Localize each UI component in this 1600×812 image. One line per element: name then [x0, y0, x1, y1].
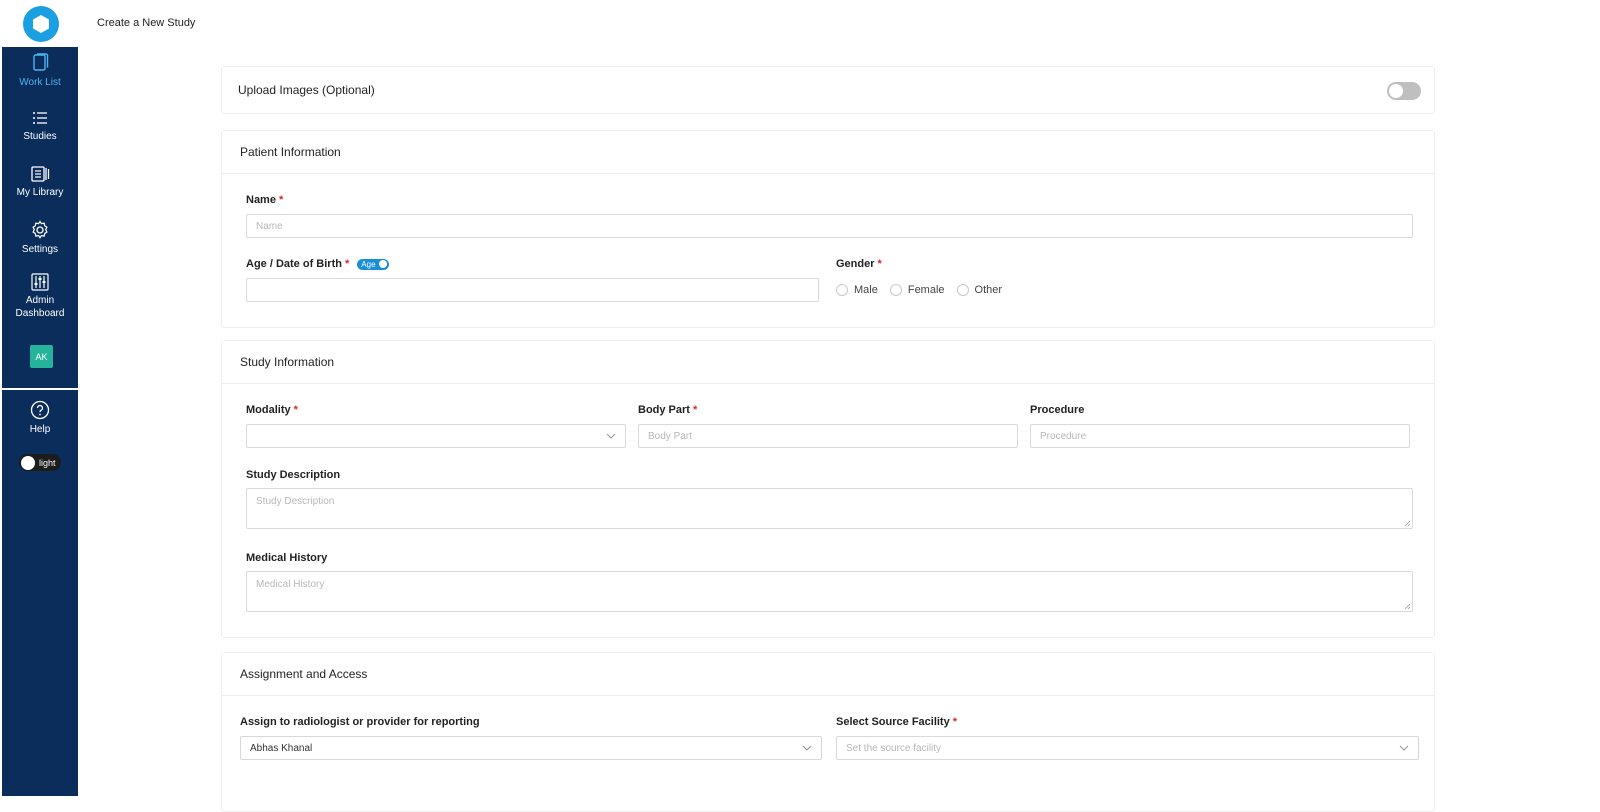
radio-label: Female: [907, 284, 945, 296]
resize-handle-icon[interactable]: [1404, 603, 1411, 610]
required-marker: *: [293, 404, 298, 416]
library-icon: [31, 166, 50, 182]
upload-images-card: Upload Images (Optional): [221, 66, 1435, 114]
medical-history-placeholder: Medical History: [256, 579, 325, 590]
age-toggle-label: Age: [361, 259, 376, 269]
required-marker: *: [278, 194, 284, 206]
gender-radio-male[interactable]: Male: [836, 284, 878, 296]
radio-circle: [836, 284, 848, 296]
modality-label-text: Modality: [246, 404, 291, 416]
radio-label: Male: [854, 284, 878, 296]
medical-history-textarea[interactable]: Medical History: [246, 571, 1413, 612]
gender-label-text: Gender: [836, 258, 875, 270]
sliders-icon: [31, 273, 49, 291]
required-marker: *: [877, 258, 882, 270]
medical-history-label: Medical History: [246, 552, 327, 564]
gender-radio-group: Male Female Other: [836, 284, 1014, 296]
radio-circle: [889, 284, 902, 296]
name-placeholder: Name: [256, 220, 283, 232]
sidebar: Work List Studies My Library Settings Ad…: [2, 0, 78, 796]
modality-label: Modality *: [246, 404, 298, 416]
sidebar-item-label: My Library: [16, 187, 64, 198]
body-part-placeholder: Body Part: [648, 430, 692, 442]
upload-images-toggle[interactable]: [1387, 82, 1421, 100]
study-information-title: Study Information: [222, 341, 1434, 384]
worklist-icon: [33, 53, 49, 71]
name-label-text: Name: [246, 194, 276, 206]
study-description-label-text: Study Description: [246, 469, 341, 481]
toggle-knob: [378, 260, 387, 269]
chevron-down-icon: [1399, 745, 1409, 751]
sidebar-item-studies[interactable]: Studies: [2, 109, 78, 143]
sidebar-item-label: Work List: [19, 77, 61, 88]
assignment-access-title: Assignment and Access: [222, 653, 1434, 696]
assignment-access-card: Assignment and Access Assign to radiolog…: [221, 652, 1435, 812]
source-facility-label: Select Source Facility *: [836, 716, 957, 728]
assign-provider-value: Abhas Khanal: [250, 742, 313, 754]
page-title: Create a New Study: [97, 17, 196, 29]
study-description-label: Study Description: [246, 469, 340, 481]
sidebar-item-label: Help: [29, 424, 51, 435]
body-part-label: Body Part *: [638, 404, 697, 416]
required-marker: *: [952, 716, 957, 728]
chevron-down-icon: [606, 433, 616, 439]
sidebar-item-label: Studies: [23, 131, 57, 142]
name-input[interactable]: Name: [246, 214, 1413, 238]
source-facility-select[interactable]: Set the source facility: [836, 736, 1419, 760]
medical-history-label-text: Medical History: [246, 552, 328, 564]
gear-icon: [32, 220, 48, 239]
modality-select[interactable]: [246, 424, 626, 448]
logo-area: [2, 0, 78, 47]
theme-toggle-knob: [21, 455, 35, 470]
avatar[interactable]: AK: [30, 345, 53, 368]
sidebar-item-my-library[interactable]: My Library: [2, 165, 78, 199]
chevron-down-icon: [802, 745, 812, 751]
upload-images-label: Upload Images (Optional): [238, 83, 375, 97]
required-marker: *: [344, 258, 350, 270]
sidebar-item-label: Settings: [21, 244, 59, 255]
gender-radio-other[interactable]: Other: [956, 284, 1003, 296]
procedure-label-text: Procedure: [1030, 404, 1085, 416]
gender-label: Gender *: [836, 258, 882, 270]
body-part-label-text: Body Part: [638, 404, 690, 416]
radio-circle: [956, 284, 969, 296]
patient-information-title: Patient Information: [222, 131, 1434, 174]
resize-handle-icon[interactable]: [1404, 520, 1411, 527]
required-marker: *: [692, 404, 698, 416]
assign-provider-select[interactable]: Abhas Khanal: [240, 736, 822, 760]
procedure-placeholder: Procedure: [1040, 430, 1087, 442]
assign-provider-label-text: Assign to radiologist or provider for re…: [240, 716, 480, 728]
procedure-input[interactable]: Procedure: [1030, 424, 1410, 448]
study-description-textarea[interactable]: Study Description: [246, 488, 1413, 529]
patient-information-card: Patient Information Name * Name Age / Dat…: [221, 130, 1435, 328]
age-dob-toggle[interactable]: Age: [357, 258, 389, 270]
help-icon: [30, 400, 50, 420]
name-label: Name *: [246, 194, 283, 206]
source-facility-label-text: Select Source Facility: [836, 716, 950, 728]
list-icon: [33, 112, 47, 124]
sidebar-item-admin-dashboard[interactable]: Admin Dashboard: [2, 273, 78, 320]
sidebar-item-help[interactable]: Help: [2, 400, 78, 436]
age-dob-label-text: Age / Date of Birth: [246, 258, 342, 270]
assign-provider-label: Assign to radiologist or provider for re…: [240, 716, 480, 728]
theme-toggle-label: light: [39, 457, 56, 468]
age-dob-input[interactable]: [246, 278, 819, 302]
theme-toggle[interactable]: light: [19, 454, 61, 471]
body-part-input[interactable]: Body Part: [638, 424, 1018, 448]
procedure-label: Procedure: [1030, 404, 1084, 416]
sidebar-item-label: Admin Dashboard: [15, 295, 65, 319]
hexagon-icon: [33, 15, 49, 33]
gender-radio-female[interactable]: Female: [889, 284, 945, 296]
toggle-knob: [1389, 84, 1403, 98]
age-dob-label: Age / Date of Birth * Age: [246, 258, 389, 270]
sidebar-divider: [2, 388, 78, 390]
radio-label: Other: [974, 284, 1003, 296]
study-description-placeholder: Study Description: [256, 496, 335, 507]
app-logo[interactable]: [23, 6, 59, 42]
sidebar-item-settings[interactable]: Settings: [2, 220, 78, 256]
sidebar-item-work-list[interactable]: Work List: [2, 53, 78, 89]
source-facility-placeholder: Set the source facility: [846, 742, 942, 754]
study-information-card: Study Information Modality * Body Part * B…: [221, 340, 1435, 638]
